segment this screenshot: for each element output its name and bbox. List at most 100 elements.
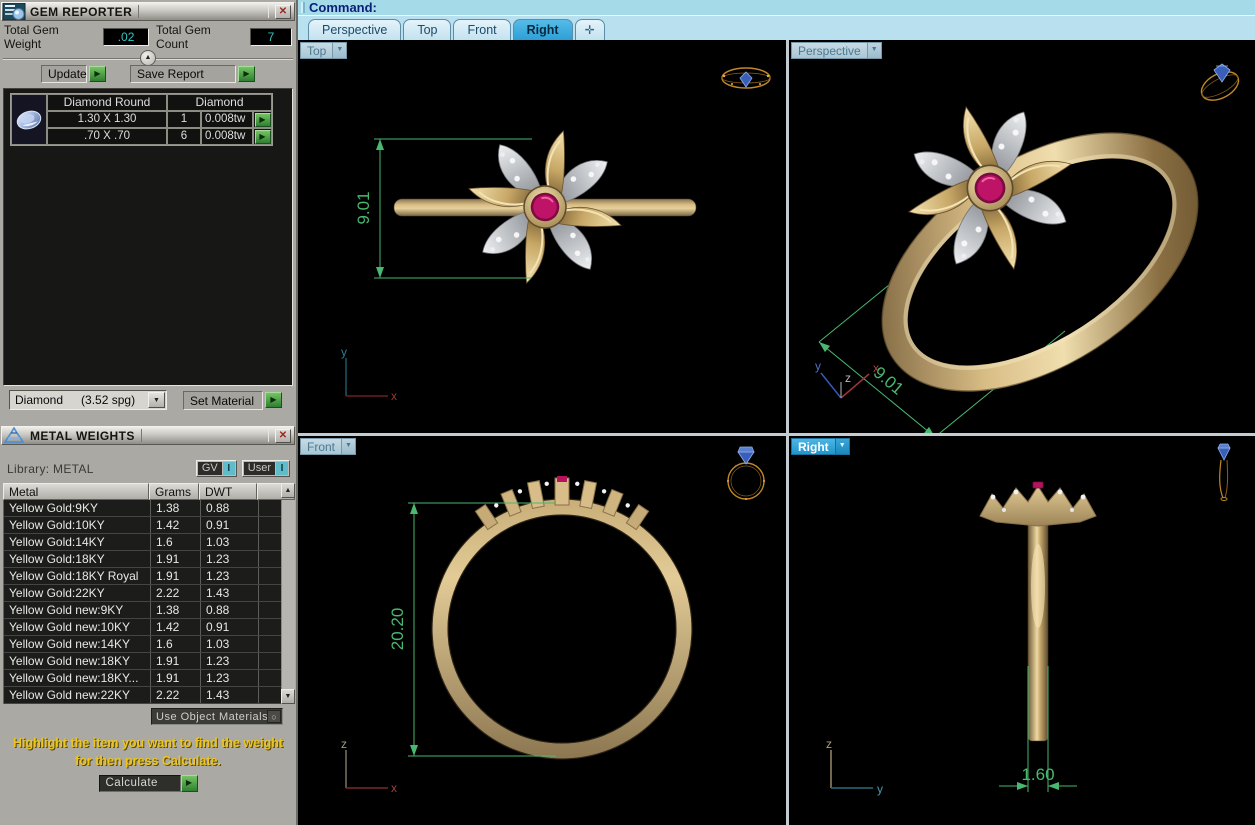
toolbar-grip[interactable]: [301, 2, 305, 13]
total-gem-count-label: Total Gem Count: [156, 23, 211, 51]
metal-row[interactable]: Yellow Gold:14KY 1.6 1.03: [4, 534, 281, 551]
tab-right[interactable]: Right: [512, 19, 573, 40]
metal-cell: Yellow Gold:18KY: [9, 552, 105, 566]
metal-row[interactable]: Yellow Gold:9KY 1.38 0.88: [4, 500, 281, 517]
gem-row-go-icon[interactable]: ▶: [254, 112, 271, 127]
titlebar-groove: [138, 5, 269, 18]
use-object-materials-control[interactable]: Use Object Materials ○: [151, 708, 283, 725]
gem-col-gem-header: Diamond: [167, 94, 272, 111]
command-prompt-label: Command:: [309, 0, 377, 15]
metal-cell: 1.03: [200, 636, 258, 652]
metal-row[interactable]: Yellow Gold new:22KY 2.22 1.43: [4, 687, 281, 704]
material-select[interactable]: Diamond (3.52 spg) ▼: [9, 390, 167, 410]
metal-row[interactable]: Yellow Gold:10KY 1.42 0.91: [4, 517, 281, 534]
metal-cell: 1.91: [150, 670, 200, 686]
scroll-down-icon[interactable]: ▼: [281, 689, 295, 704]
viewport-front[interactable]: Front ▼ 20.20 z x: [298, 436, 786, 825]
metal-cell: 2.22: [150, 585, 200, 601]
gv-toggle-button[interactable]: GV I: [195, 460, 237, 477]
viewport-right-label[interactable]: Right ▼: [791, 438, 850, 455]
chevron-down-icon[interactable]: ▼: [341, 439, 356, 454]
metal-row[interactable]: Yellow Gold new:10KY 1.42 0.91: [4, 619, 281, 636]
gem-reporter-titlebar[interactable]: GEM REPORTER ✕: [1, 2, 295, 21]
metal-row[interactable]: Yellow Gold new:18KY... 1.91 1.23: [4, 670, 281, 687]
svg-text:y: y: [341, 345, 347, 359]
collapse-arrow-icon[interactable]: ▲: [140, 50, 156, 66]
gem-row-go-icon[interactable]: ▶: [254, 129, 271, 144]
viewport-canvas-front[interactable]: 20.20 z x: [298, 436, 786, 825]
user-toggle-button[interactable]: User I: [241, 460, 290, 477]
metal-row[interactable]: Yellow Gold:18KY Royal 1.91 1.23: [4, 568, 281, 585]
metal-row[interactable]: Yellow Gold:18KY 1.91 1.23: [4, 551, 281, 568]
radio-icon[interactable]: ○: [267, 710, 281, 723]
metal-row[interactable]: Yellow Gold new:9KY 1.38 0.88: [4, 602, 281, 619]
ring-preview-icon: [727, 446, 765, 500]
viewport-right[interactable]: Right ▼ 1.60 z y: [789, 436, 1255, 825]
chevron-down-icon[interactable]: ▼: [834, 439, 849, 454]
metal-cell: 1.6: [150, 534, 200, 550]
viewport-canvas-right[interactable]: 1.60 z y: [789, 436, 1255, 825]
col-grams[interactable]: Grams: [149, 483, 199, 500]
gem-report-area: Diamond Round Diamond 1.30 X 1.30 1 0.008t…: [3, 88, 293, 386]
gem-row-total-weight: 0.008tw: [201, 128, 253, 145]
metal-cell: 1.23: [200, 568, 258, 584]
dropdown-arrow-icon[interactable]: ▼: [148, 392, 165, 408]
metal-cell: 1.43: [200, 585, 258, 601]
titlebar-groove: [140, 429, 269, 442]
metal-cell-empty: [258, 551, 281, 567]
gem-row-size[interactable]: 1.30 X 1.30: [47, 111, 167, 128]
viewport-canvas-top[interactable]: 9.01 y x: [298, 40, 786, 433]
metal-cell: 1.91: [150, 551, 200, 567]
col-dwt[interactable]: DWT: [199, 483, 257, 500]
user-label: User: [243, 462, 275, 475]
calculate-button[interactable]: Calculate: [98, 775, 181, 792]
viewport-front-label[interactable]: Front ▼: [300, 438, 357, 455]
viewport-perspective-label[interactable]: Perspective ▼: [791, 42, 882, 59]
chevron-down-icon[interactable]: ▼: [866, 43, 881, 58]
command-bar[interactable]: Command:: [298, 0, 1255, 15]
viewport-perspective[interactable]: Perspective ▼ 9.01 y z x: [789, 40, 1255, 433]
close-icon[interactable]: ✕: [275, 4, 291, 19]
gem-row-size[interactable]: .70 X .70: [47, 128, 167, 145]
chevron-down-icon[interactable]: ▼: [332, 43, 347, 58]
viewport-top[interactable]: Top ▼ 9.01 y x: [298, 40, 786, 433]
metal-cell: Yellow Gold new:18KY: [9, 654, 130, 668]
tab-perspective[interactable]: Perspective: [308, 19, 402, 40]
save-report-button[interactable]: Save Report: [130, 65, 236, 83]
metal-table-scrollbar[interactable]: ▲ ▼: [281, 483, 295, 704]
close-icon[interactable]: ✕: [275, 428, 291, 443]
total-gem-weight-field[interactable]: .02: [103, 28, 150, 46]
metal-cell: Yellow Gold new:10KY: [9, 620, 130, 634]
tab-new-viewport[interactable]: ✛: [574, 19, 605, 40]
tab-front[interactable]: Front: [453, 19, 511, 40]
set-material-button[interactable]: Set Material: [183, 390, 263, 410]
total-gem-count-field[interactable]: 7: [250, 28, 292, 46]
calculate-go-icon[interactable]: ▶: [180, 775, 198, 792]
update-go-icon[interactable]: ▶: [89, 66, 106, 82]
metal-weights-titlebar[interactable]: METAL WEIGHTS ✕: [1, 426, 295, 445]
set-material-go-icon[interactable]: ▶: [265, 392, 282, 408]
metal-row[interactable]: Yellow Gold:22KY 2.22 1.43: [4, 585, 281, 602]
metal-cell-empty: [258, 500, 281, 516]
tab-top[interactable]: Top: [403, 19, 452, 40]
metal-cell-empty: [258, 585, 281, 601]
metal-cell: Yellow Gold new:18KY...: [9, 671, 139, 685]
gem-reporter-panel: GEM REPORTER ✕ Total Gem Weight .02 Tota…: [1, 2, 295, 414]
metal-table: Metal Grams DWT Yellow Gold:9KY 1.38 0.88 Y…: [3, 483, 295, 704]
viewport-top-label[interactable]: Top ▼: [300, 42, 348, 59]
metal-row[interactable]: Yellow Gold new:14KY 1.6 1.03: [4, 636, 281, 653]
metal-cell: Yellow Gold:9KY: [9, 501, 98, 515]
col-metal[interactable]: Metal: [3, 483, 149, 500]
ring-shank-front: [432, 499, 692, 759]
metal-cell-empty: [258, 534, 281, 550]
metal-row[interactable]: Yellow Gold new:18KY 1.91 1.23: [4, 653, 281, 670]
viewport-canvas-perspective[interactable]: 9.01 y z x: [789, 40, 1255, 433]
ring-head-right: [979, 481, 1097, 527]
scrollbar-track[interactable]: [281, 500, 295, 689]
save-report-go-icon[interactable]: ▶: [238, 66, 255, 82]
metal-cell: Yellow Gold:18KY Royal: [9, 569, 139, 583]
update-button[interactable]: Update: [41, 65, 87, 83]
gv-label: GV: [197, 462, 222, 475]
scroll-up-icon[interactable]: ▲: [281, 483, 295, 498]
metal-weights-icon: [3, 427, 25, 443]
